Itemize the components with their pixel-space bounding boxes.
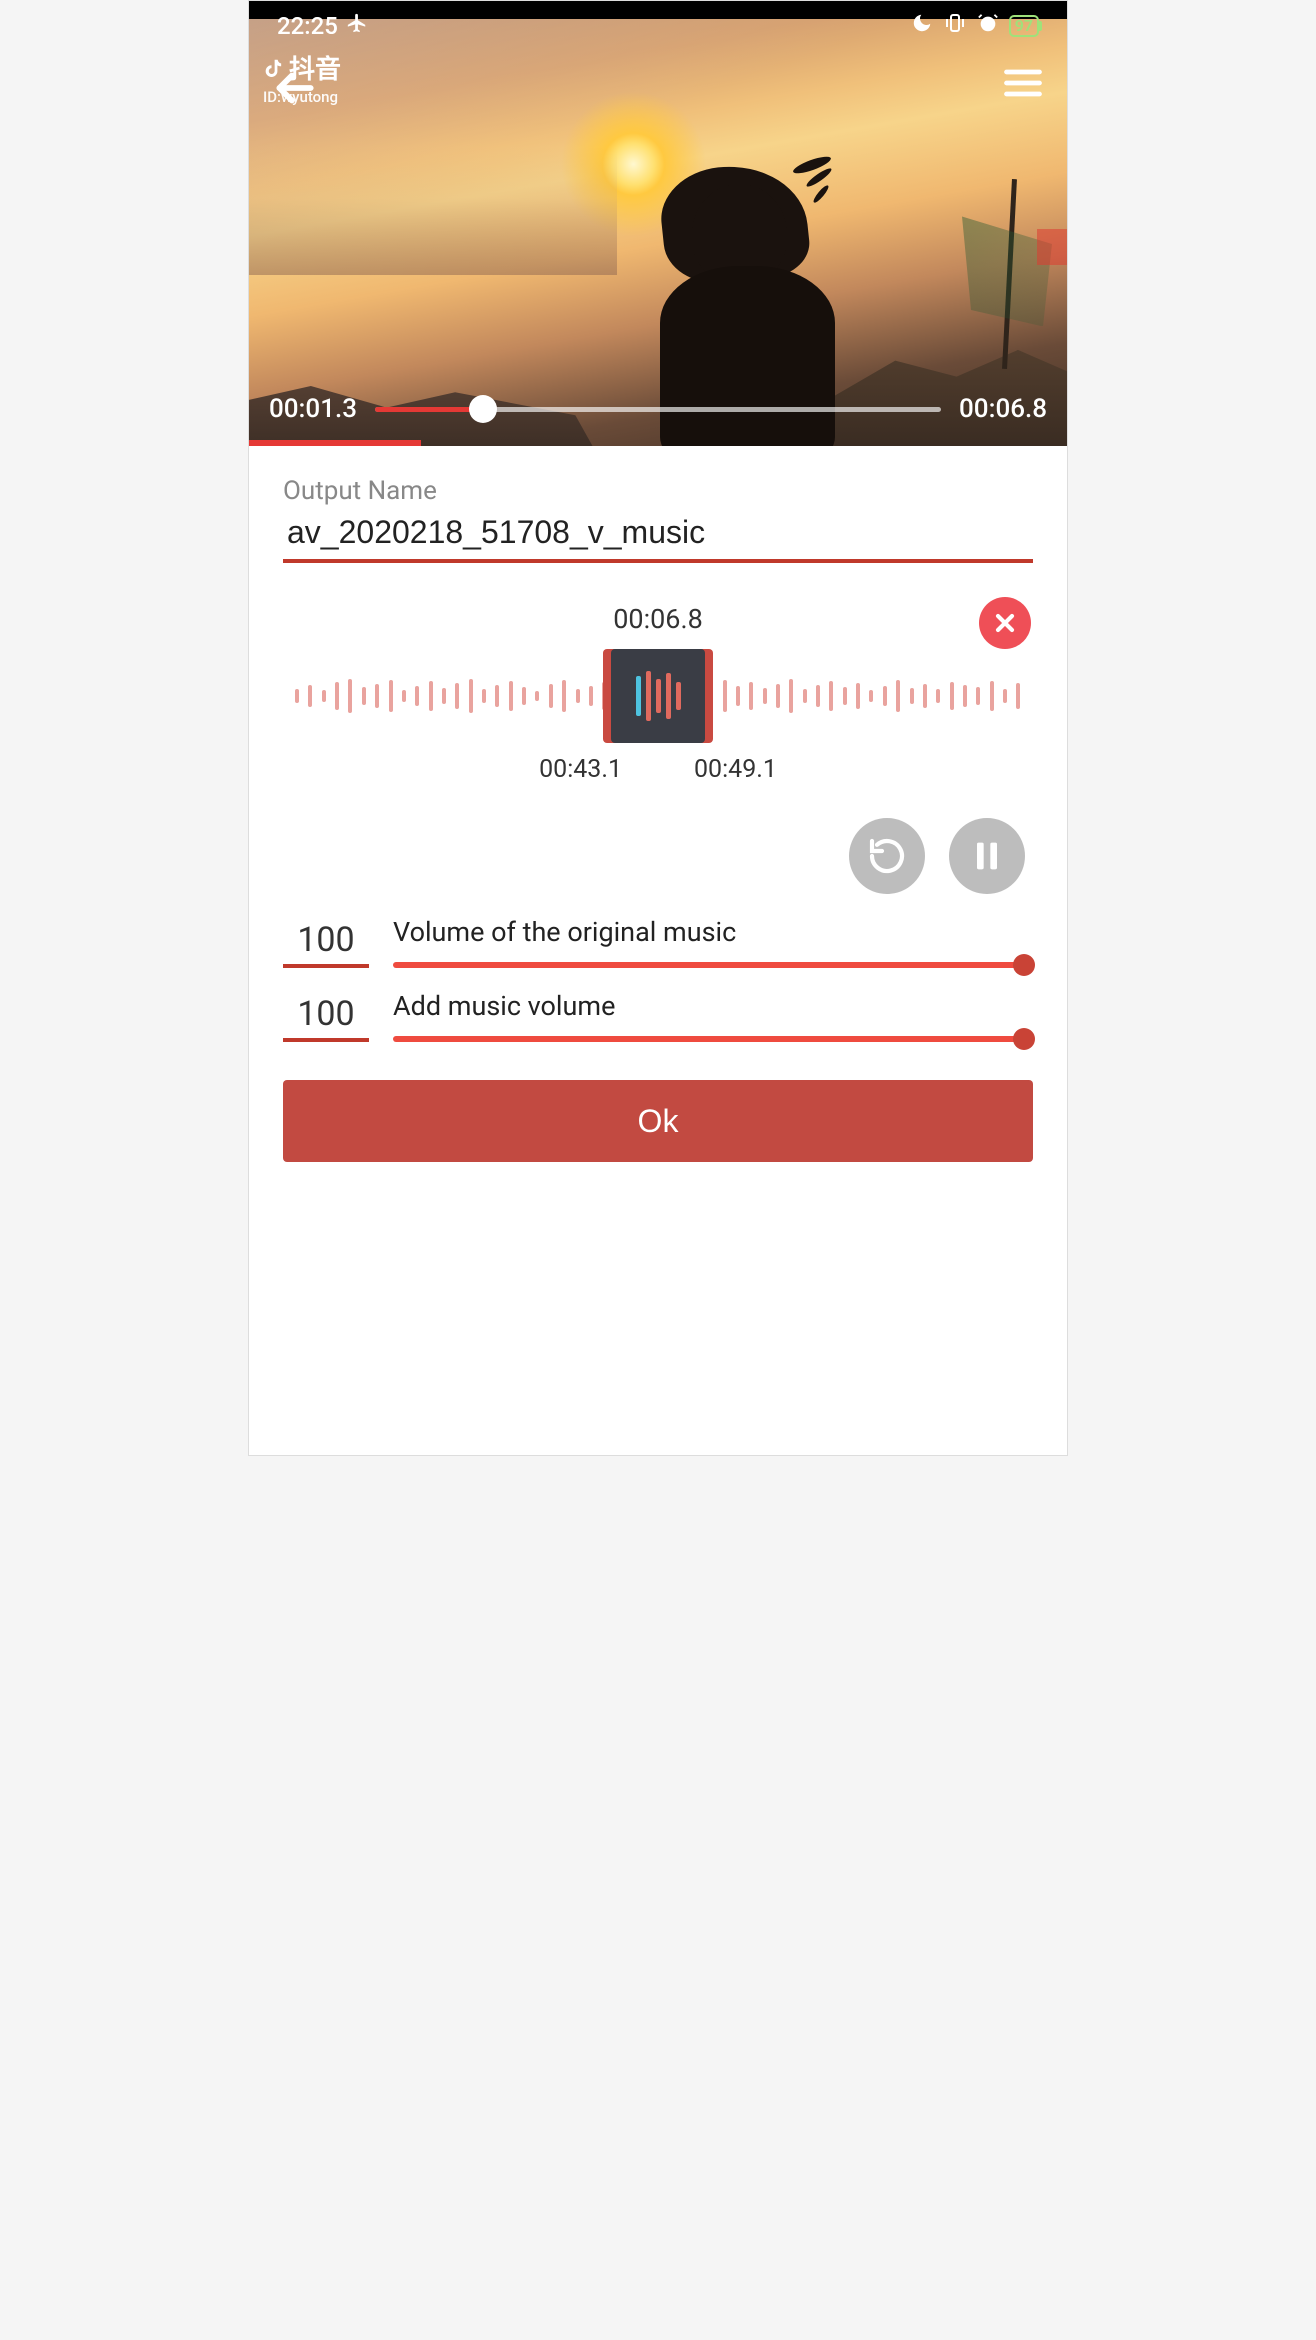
moon-icon (911, 12, 933, 40)
close-icon (991, 609, 1019, 637)
original-volume-slider[interactable] (393, 962, 1033, 968)
remove-audio-button[interactable] (979, 597, 1031, 649)
status-bar: 22:25 97 (249, 1, 1067, 51)
original-volume-label: Volume of the original music (393, 916, 1033, 948)
video-controls: 00:01.3 00:06.8 (269, 394, 1047, 424)
video-progress-fill (375, 407, 483, 412)
ok-button[interactable]: Ok (283, 1080, 1033, 1162)
video-preview[interactable] (249, 19, 1067, 446)
alarm-icon (977, 12, 999, 40)
selection-times: 00:43.1 00:49.1 (291, 755, 1025, 784)
output-name-label: Output Name (283, 476, 1033, 506)
music-volume-value[interactable]: 100 (283, 994, 369, 1042)
waveform-row[interactable] (291, 649, 1025, 743)
selection-end-time: 00:49.1 (694, 755, 777, 784)
video-seekbar[interactable] (375, 407, 941, 412)
slider-thumb[interactable] (1013, 1028, 1035, 1050)
pause-button[interactable] (949, 818, 1025, 894)
music-volume-label: Add music volume (393, 990, 1033, 1022)
music-volume-slider[interactable] (393, 1036, 1033, 1042)
vibrate-icon (943, 11, 967, 41)
hamburger-icon (1001, 61, 1045, 105)
slider-thumb[interactable] (1013, 954, 1035, 976)
music-volume-row: 100 Add music volume (283, 990, 1033, 1042)
battery-indicator: 97 (1009, 15, 1039, 37)
video-total-time: 00:06.8 (959, 394, 1047, 424)
editor-panel: Output Name 00:06.8 00:43.1 00:49.1 (249, 446, 1067, 1162)
airplane-mode-icon (346, 12, 368, 40)
menu-button[interactable] (1001, 61, 1045, 109)
original-volume-value[interactable]: 100 (283, 920, 369, 968)
video-seek-thumb[interactable] (469, 395, 497, 423)
audio-clip-section: 00:06.8 00:43.1 00:49.1 (283, 603, 1033, 794)
output-name-input[interactable] (283, 512, 1033, 563)
replay-button[interactable] (849, 818, 925, 894)
playback-controls (283, 818, 1033, 894)
app-screen: 22:25 97 抖音 (248, 0, 1068, 1456)
original-volume-row: 100 Volume of the original music (283, 916, 1033, 968)
video-region: 22:25 97 抖音 (249, 1, 1067, 446)
clip-duration-label: 00:06.8 (291, 603, 1025, 635)
pause-icon (967, 836, 1007, 876)
arrow-left-icon (269, 63, 319, 113)
back-button[interactable] (269, 63, 319, 117)
selection-start-time: 00:43.1 (539, 755, 622, 784)
replay-icon (867, 836, 907, 876)
video-buffer-bar (249, 440, 421, 446)
video-current-time: 00:01.3 (269, 394, 357, 424)
audio-selection-window[interactable] (611, 649, 705, 743)
status-time: 22:25 (277, 12, 338, 40)
